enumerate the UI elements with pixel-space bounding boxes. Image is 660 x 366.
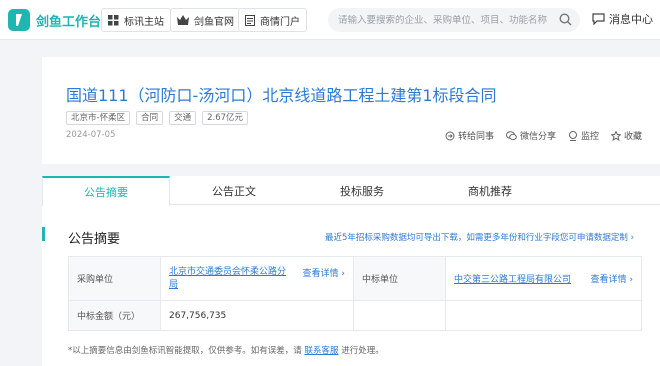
buyer-link[interactable]: 北京市交通委员会怀柔公路分局 [169, 266, 289, 292]
winner-link[interactable]: 中交第三公路工程局有限公司 [454, 275, 571, 285]
search-icon[interactable] [559, 13, 572, 26]
jianyu-logo-icon [8, 9, 30, 31]
nav-label: 商情门户 [260, 16, 300, 28]
buyer-label: 采购单位 [68, 256, 161, 301]
tab-full-text[interactable]: 公告正文 [170, 176, 298, 205]
tag-list: 北京市-怀柔区 合同 交通 2.67亿元 [66, 111, 254, 125]
nav-button-business-portal[interactable]: 商情门户 [238, 8, 307, 32]
star-icon [610, 130, 621, 141]
share-to-colleague-button[interactable]: 转给同事 [445, 129, 494, 142]
action-label: 监控 [580, 132, 599, 142]
buyer-detail-link[interactable]: 查看详情 › [303, 266, 345, 279]
winner-detail-link[interactable]: 查看详情 › [591, 272, 633, 285]
share-icon [445, 131, 455, 140]
top-navigation-bar: 剑鱼工作台 标讯主站 剑鱼官网 商情门户 消息中心 [0, 0, 660, 40]
tab-summary[interactable]: 公告摘要 [42, 176, 170, 206]
tab-bid-service[interactable]: 投标服务 [298, 176, 426, 205]
amount-value: 267,756,735 [160, 300, 354, 331]
message-center-button[interactable]: 消息中心 [592, 11, 653, 27]
logo[interactable]: 剑鱼工作台 [8, 9, 101, 31]
disclaimer-note: *以上摘要信息由剑鱼标讯智能提取，仅供参考。如有误差，请 联系客服 进行处理。 [68, 344, 384, 356]
monitor-button[interactable]: 监控 [568, 129, 599, 142]
amount-tag: 2.67亿元 [202, 111, 249, 125]
note-suffix: 进行处理。 [341, 346, 384, 356]
section-title: 公告摘要 [68, 232, 121, 247]
crown-icon [177, 15, 189, 25]
search-input[interactable] [338, 14, 548, 26]
action-label: 微信分享 [519, 132, 556, 142]
summary-table: 采购单位 查看详情 › 北京市交通委员会怀柔公路分局 中标单位 查看详情 › 中… [68, 256, 642, 331]
nav-label: 标讯主站 [124, 16, 164, 28]
empty-cell [353, 300, 446, 331]
wechat-share-button[interactable]: 微信分享 [505, 129, 556, 142]
tab-opportunity[interactable]: 商机推荐 [426, 176, 554, 205]
action-label: 转给同事 [457, 132, 494, 142]
search-box [328, 8, 580, 32]
publish-date: 2024-07-05 [66, 130, 116, 140]
winner-label: 中标单位 [353, 256, 446, 301]
tab-bar: 公告摘要 公告正文 投标服务 商机推荐 [42, 176, 660, 206]
chat-bubble-icon [592, 13, 605, 25]
region-tag: 北京市-怀柔区 [66, 111, 131, 125]
data-export-link[interactable]: 最近5年招标采购数据均可导出下载，如需更多年份和行业字段您可申请数据定制 › [325, 231, 634, 243]
monitor-icon [568, 130, 577, 141]
action-label: 收藏 [623, 132, 642, 142]
industry-tag: 交通 [169, 111, 197, 125]
section-accent-bar [42, 227, 45, 241]
type-tag: 合同 [136, 111, 164, 125]
action-bar: 转给同事 微信分享 监控 收藏 [433, 129, 642, 142]
grid-icon [108, 14, 119, 25]
document-icon [245, 14, 255, 26]
table-row: 采购单位 查看详情 › 北京市交通委员会怀柔公路分局 中标单位 查看详情 › 中… [68, 256, 642, 301]
message-center-label: 消息中心 [609, 13, 653, 26]
wechat-icon [505, 130, 517, 140]
favorite-button[interactable]: 收藏 [610, 129, 642, 142]
nav-button-main-site[interactable]: 标讯主站 [101, 8, 171, 32]
amount-label: 中标金额（元） [68, 300, 161, 331]
empty-cell [445, 300, 642, 331]
note-prefix: *以上摘要信息由剑鱼标讯智能提取，仅供参考。如有误差，请 [68, 346, 302, 356]
contact-support-link[interactable]: 联系客服 [304, 346, 338, 356]
page-title: 国道111（河防口-汤河口）北京线道路工程土建第1标段合同 [66, 86, 497, 105]
winner-cell: 查看详情 › 中交第三公路工程局有限公司 [445, 256, 642, 301]
content-card: 公告摘要 公告正文 投标服务 商机推荐 公告摘要 最近5年招标采购数据均可导出下… [42, 176, 660, 366]
table-row: 中标金额（元） 267,756,735 [68, 300, 642, 331]
logo-text: 剑鱼工作台 [36, 14, 102, 30]
nav-button-official-site[interactable]: 剑鱼官网 [170, 8, 241, 32]
nav-label: 剑鱼官网 [194, 16, 234, 28]
notice-header-card: 国道111（河防口-汤河口）北京线道路工程土建第1标段合同 北京市-怀柔区 合同… [42, 57, 660, 164]
buyer-cell: 查看详情 › 北京市交通委员会怀柔公路分局 [160, 256, 354, 301]
